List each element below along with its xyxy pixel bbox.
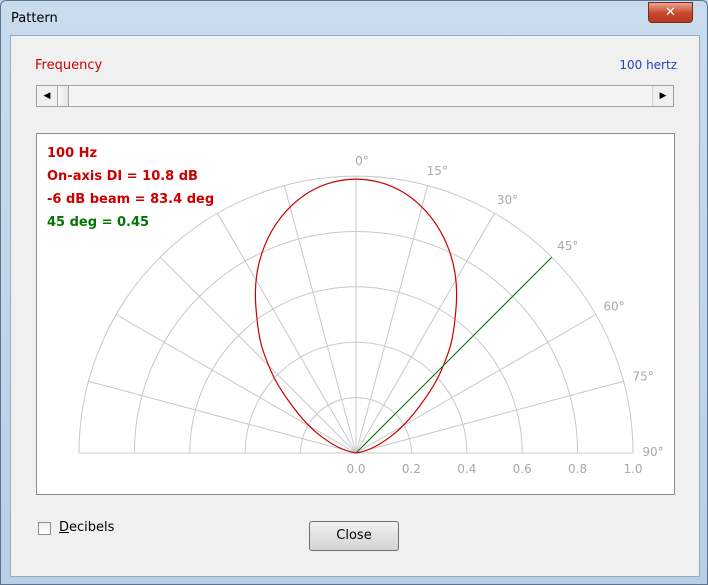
- pattern-window: Pattern ✕ Frequency 100 hertz ◀ ▶ 0.0 0.2…: [0, 0, 708, 585]
- grid-spoke: [355, 185, 429, 454]
- grid-spoke: [159, 256, 357, 454]
- grid-spoke: [355, 314, 597, 454]
- di-info: On-axis DI = 10.8 dB: [47, 169, 198, 184]
- angle-marker-line: [355, 256, 553, 454]
- angle-value-info: 45 deg = 0.45: [47, 215, 149, 230]
- scroll-right-icon[interactable]: ▶: [652, 86, 673, 106]
- close-button[interactable]: Close: [309, 521, 399, 551]
- polar-chart: 0.0 0.2 0.4 0.6 0.8 1.0 0° 15° 30° 45° 60° 75° 90° 1…: [47, 146, 664, 476]
- decibels-label-rest: ecibels: [69, 520, 115, 535]
- grid-spoke: [355, 212, 495, 454]
- angle-tick-label: 60°: [603, 300, 624, 314]
- angle-tick-label: 15°: [427, 164, 448, 178]
- angle-tick-label: 75°: [632, 370, 653, 384]
- grid-spoke: [283, 185, 357, 454]
- polar-grid: [78, 175, 634, 454]
- slider-thumb[interactable]: [57, 86, 69, 106]
- angle-tick-label: 0°: [355, 154, 369, 168]
- angle-tick-label: 30°: [497, 193, 518, 207]
- angle-tick-label: 45°: [557, 239, 578, 253]
- frequency-info: 100 Hz: [47, 146, 97, 161]
- grid-spoke: [355, 380, 624, 454]
- grid-spoke: [88, 380, 357, 454]
- decibels-label[interactable]: Decibels: [59, 520, 114, 535]
- angle-tick-label: 90°: [642, 445, 663, 459]
- radial-tick-label: 0.0: [346, 462, 365, 476]
- scroll-left-icon[interactable]: ◀: [37, 86, 58, 106]
- radial-tick-label: 1.0: [623, 462, 642, 476]
- decibels-checkbox[interactable]: [38, 522, 51, 535]
- dialog-body: Frequency 100 hertz ◀ ▶ 0.0 0.2 0.4 0.6 0.8 1…: [10, 35, 700, 577]
- polar-plot: 0.0 0.2 0.4 0.6 0.8 1.0 0° 15° 30° 45° 60° 75° 90° 1…: [36, 133, 675, 495]
- decibels-label-mnemonic: D: [59, 520, 70, 535]
- beam-info: -6 dB beam = 83.4 deg: [47, 192, 214, 207]
- radial-tick-label: 0.6: [513, 462, 532, 476]
- radial-tick-label: 0.2: [402, 462, 421, 476]
- window-close-icon[interactable]: ✕: [648, 2, 693, 23]
- title-bar: Pattern ✕: [1, 1, 707, 35]
- frequency-label: Frequency: [35, 58, 103, 73]
- radial-tick-label: 0.8: [568, 462, 587, 476]
- polar-series: [254, 178, 553, 454]
- polar-labels: 0.0 0.2 0.4 0.6 0.8 1.0 0° 15° 30° 45° 60° 75° 90°: [346, 154, 663, 476]
- frequency-value: 100 hertz: [619, 58, 677, 72]
- grid-spoke: [217, 212, 357, 454]
- grid-spoke: [115, 314, 357, 454]
- frequency-slider[interactable]: ◀ ▶: [36, 85, 674, 107]
- radial-tick-label: 0.4: [457, 462, 476, 476]
- window-title: Pattern: [11, 11, 58, 26]
